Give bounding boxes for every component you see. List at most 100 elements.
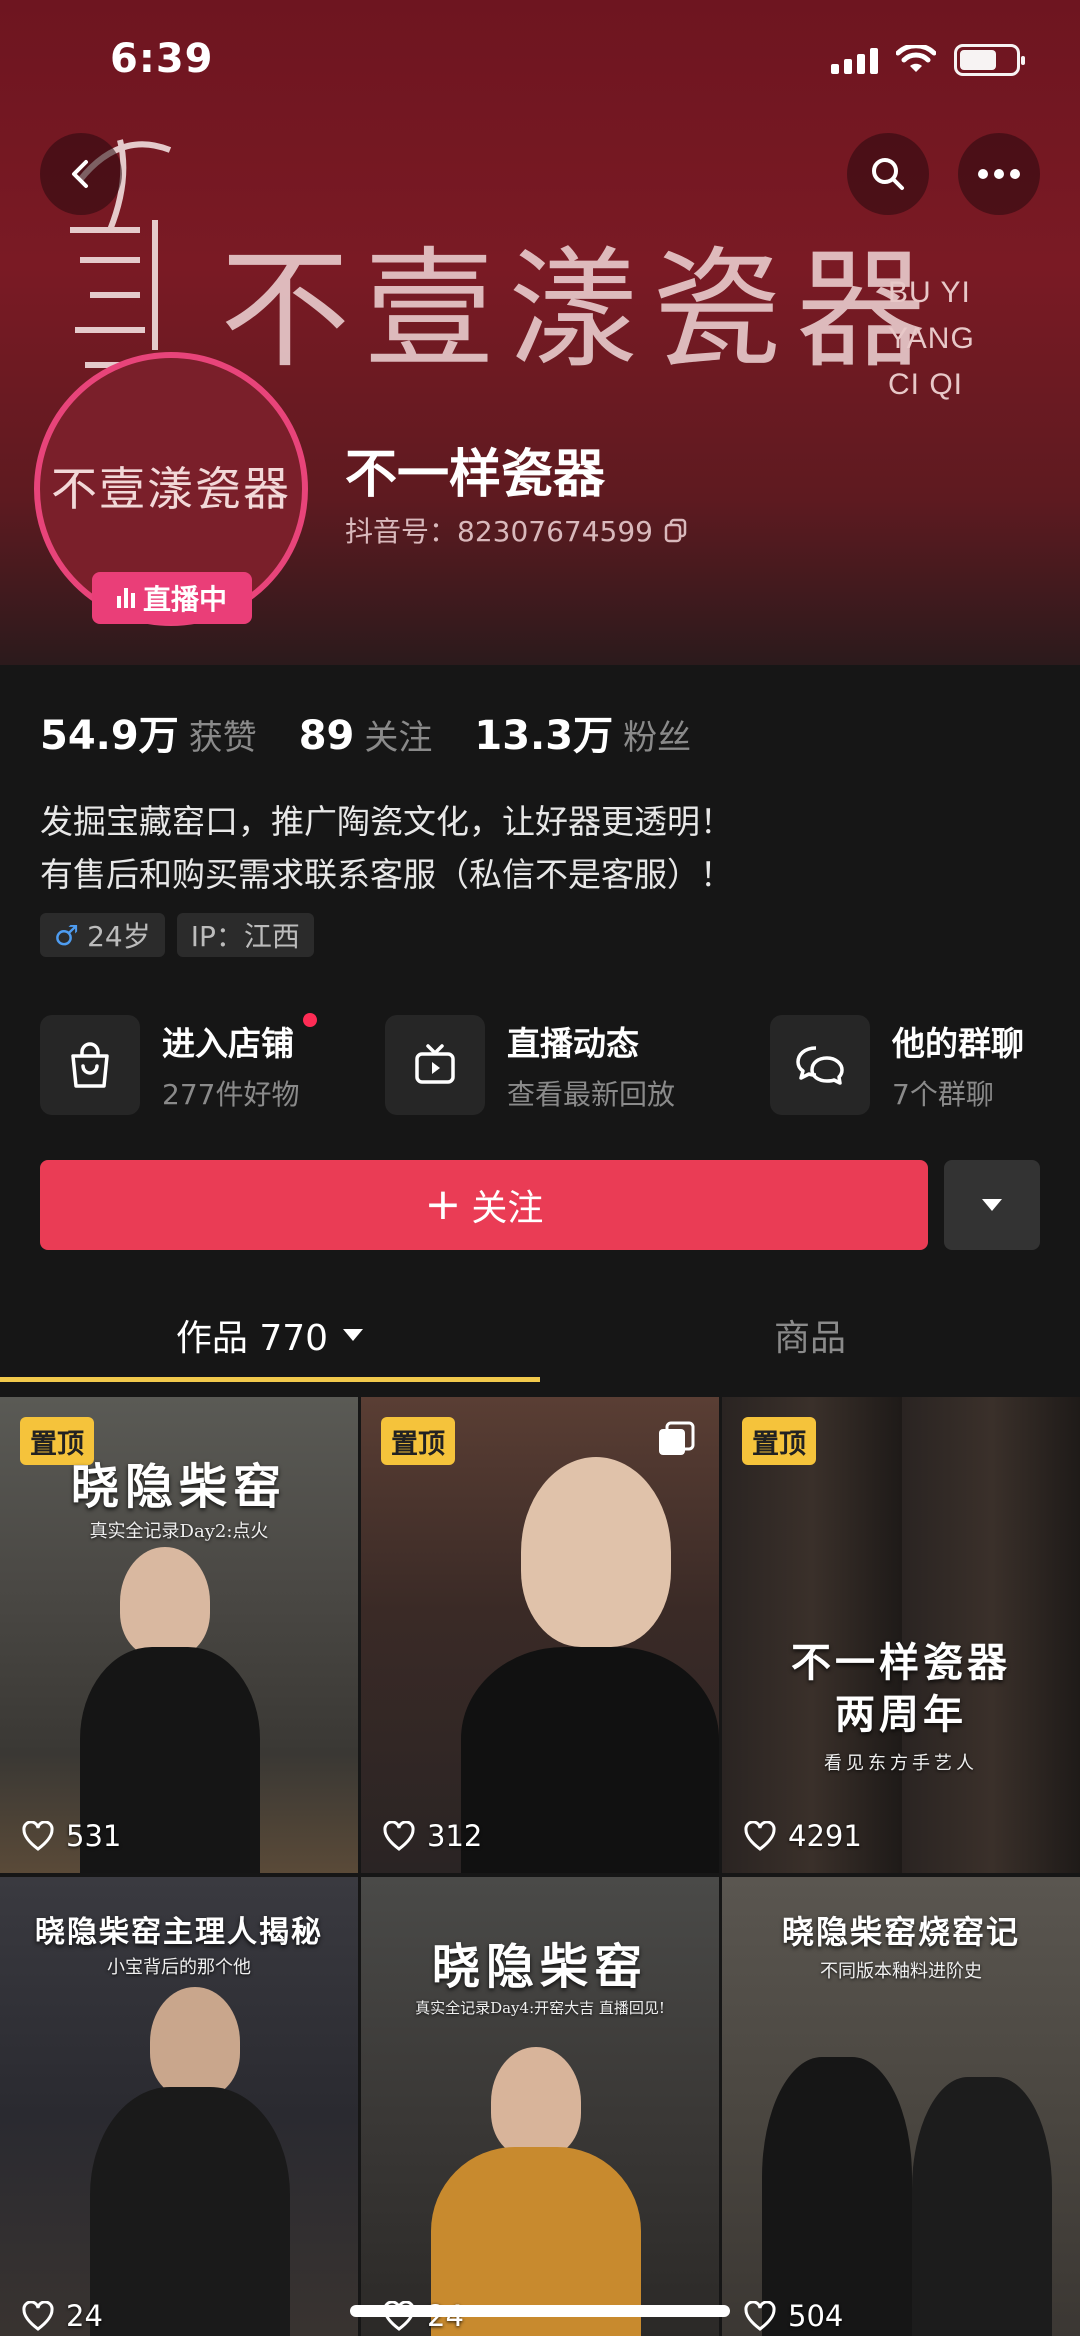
group-chat-title: 他的群聊	[892, 1024, 1024, 1063]
profile-name: 不一样瓷器	[345, 445, 606, 505]
video-title: 不一样瓷器 两周年	[791, 1639, 1011, 1738]
video-thumbnail[interactable]: 晓隐柴窑 真实全记录Day4:开窑大吉 直播回见! 24	[361, 1877, 719, 2336]
home-indicator[interactable]	[350, 2305, 730, 2317]
video-subtitle: 看见东方手艺人	[824, 1753, 978, 1774]
caret-down-icon	[982, 1199, 1002, 1211]
tab-works[interactable]: 作品 770	[0, 1285, 540, 1385]
live-updates-entry[interactable]: 直播动态 查看最新回放	[385, 1010, 675, 1120]
stat-followers[interactable]: 13.3万 粉丝	[474, 703, 691, 761]
heart-icon	[744, 2301, 776, 2331]
tab-goods[interactable]: 商品	[540, 1285, 1080, 1385]
shopping-bag-icon	[40, 1015, 140, 1115]
like-count: 531	[22, 1819, 121, 1853]
group-chat-sub: 7个群聊	[892, 1078, 994, 1111]
like-count-value: 4291	[788, 1819, 862, 1853]
heart-icon	[744, 1821, 776, 1851]
thumbnail-image	[90, 2087, 290, 2336]
like-count-value: 531	[66, 1819, 122, 1853]
chat-bubbles-icon	[770, 1015, 870, 1115]
video-title: 晓隐柴窑	[70, 1459, 287, 1515]
profile-banner: 6:39 不壹漾瓷器 BU YI YANG CI QI 不壹漾瓷器 直播中 不一…	[0, 0, 1080, 665]
shortcut-row: 进入店铺 277件好物 直播动态 查看最新回放 他的群聊 7个群聊	[40, 1010, 1050, 1120]
stat-following-value: 89	[298, 713, 355, 759]
thumbnail-image	[521, 1457, 671, 1647]
back-button[interactable]	[40, 133, 122, 215]
more-dots-icon	[978, 169, 1020, 179]
stat-followers-value: 13.3万	[474, 713, 614, 759]
follow-button[interactable]: + 关注	[40, 1160, 928, 1250]
search-button[interactable]	[847, 133, 929, 215]
video-thumbnail[interactable]: 置顶 不一样瓷器 两周年 看见东方手艺人 4291	[722, 1397, 1080, 1873]
like-count: 24	[22, 2299, 103, 2333]
content-tabs: 作品 770 商品	[0, 1285, 1080, 1385]
shop-entry[interactable]: 进入店铺 277件好物	[40, 1010, 318, 1120]
douyin-id-text: 抖音号：82307674599	[345, 515, 653, 548]
shop-entry-title: 进入店铺	[162, 1013, 318, 1065]
live-bars-icon	[116, 588, 135, 608]
stat-likes[interactable]: 54.9万 获赞	[40, 703, 257, 761]
live-badge-label: 直播中	[142, 583, 227, 616]
recommend-dropdown-button[interactable]	[944, 1160, 1040, 1250]
like-count: 4291	[744, 1819, 862, 1853]
heart-icon	[383, 1821, 415, 1851]
like-count-value: 312	[427, 1819, 483, 1853]
multi-image-icon	[659, 1421, 695, 1455]
more-options-button[interactable]	[958, 133, 1040, 215]
brand-title: 不壹漾瓷器	[220, 234, 941, 386]
cellular-signal-icon	[831, 46, 878, 74]
douyin-id: 抖音号：82307674599	[345, 510, 689, 550]
video-title: 晓隐柴窑烧窑记	[781, 1913, 1020, 1951]
profile-tags: ♂ 24岁 IP：江西	[40, 913, 314, 957]
status-icons	[831, 44, 1025, 76]
bio-line-2: 有售后和购买需求联系客服（私信不是客服）！	[40, 855, 733, 894]
video-subtitle: 不同版本釉料进阶史	[820, 1961, 982, 1982]
thumbnail-image	[912, 2077, 1052, 2336]
copy-icon[interactable]	[663, 517, 689, 543]
stat-following[interactable]: 89 关注	[299, 710, 433, 759]
live-updates-title: 直播动态	[507, 1024, 639, 1063]
video-thumbnail[interactable]: 置顶 晓隐柴窑 真实全记录Day2:点火 531	[0, 1397, 358, 1873]
pinned-badge: 置顶	[381, 1417, 455, 1465]
heart-icon	[22, 1821, 54, 1851]
avatar-text: 不壹漾瓷器	[51, 462, 291, 516]
video-subtitle: 小宝背后的那个他	[107, 1957, 251, 1978]
thumbnail-image	[762, 2057, 912, 2336]
plus-icon: +	[424, 1179, 462, 1230]
status-time: 6:39	[110, 36, 214, 82]
status-bar: 6:39	[0, 0, 1080, 120]
follow-button-label: 关注	[471, 1188, 544, 1229]
like-count: 504	[744, 2299, 843, 2333]
tab-goods-label: 商品	[773, 1318, 846, 1359]
live-updates-sub: 查看最新回放	[507, 1078, 676, 1111]
video-thumbnail[interactable]: 晓隐柴窑主理人揭秘 小宝背后的那个他 24	[0, 1877, 358, 2336]
like-count-value: 24	[66, 2299, 103, 2333]
group-chat-entry[interactable]: 他的群聊 7个群聊	[770, 1010, 1024, 1120]
search-icon	[872, 158, 904, 190]
video-title: 晓隐柴窑	[431, 1939, 648, 1995]
video-thumbnail[interactable]: 置顶 312	[361, 1397, 719, 1873]
live-badge[interactable]: 直播中	[92, 572, 252, 624]
tab-active-indicator	[0, 1377, 540, 1382]
bio: 发掘宝藏窑口，推广陶瓷文化，让好器更透明！ 有售后和购买需求联系客服（私信不是客…	[40, 795, 733, 901]
bio-line-1: 发掘宝藏窑口，推广陶瓷文化，让好器更透明！	[40, 802, 733, 841]
thumbnail-image	[491, 2047, 581, 2157]
tab-works-label: 作品 770	[175, 1318, 329, 1359]
notification-dot	[303, 1013, 318, 1027]
age-tag-label: 24岁	[87, 920, 151, 953]
tv-icon	[385, 1015, 485, 1115]
caret-down-icon	[343, 1329, 364, 1341]
stat-followers-label: 粉丝	[623, 718, 692, 758]
ip-tag: IP：江西	[176, 913, 314, 957]
video-subtitle: 真实全记录Day2:点火	[89, 1521, 269, 1542]
chevron-left-icon	[72, 160, 88, 188]
heart-icon	[22, 2301, 54, 2331]
brand-subtitle: BU YI YANG CI QI	[888, 276, 975, 401]
like-count: 312	[383, 1819, 482, 1853]
stat-likes-value: 54.9万	[40, 713, 179, 759]
video-title: 晓隐柴窑主理人揭秘	[35, 1915, 323, 1950]
thumbnail-image	[461, 1647, 719, 1873]
thumbnail-image	[150, 1987, 240, 2097]
video-thumbnail[interactable]: 晓隐柴窑烧窑记 不同版本釉料进阶史 504	[722, 1877, 1080, 2336]
shop-entry-sub: 277件好物	[162, 1078, 300, 1111]
age-tag: ♂ 24岁	[40, 913, 165, 957]
